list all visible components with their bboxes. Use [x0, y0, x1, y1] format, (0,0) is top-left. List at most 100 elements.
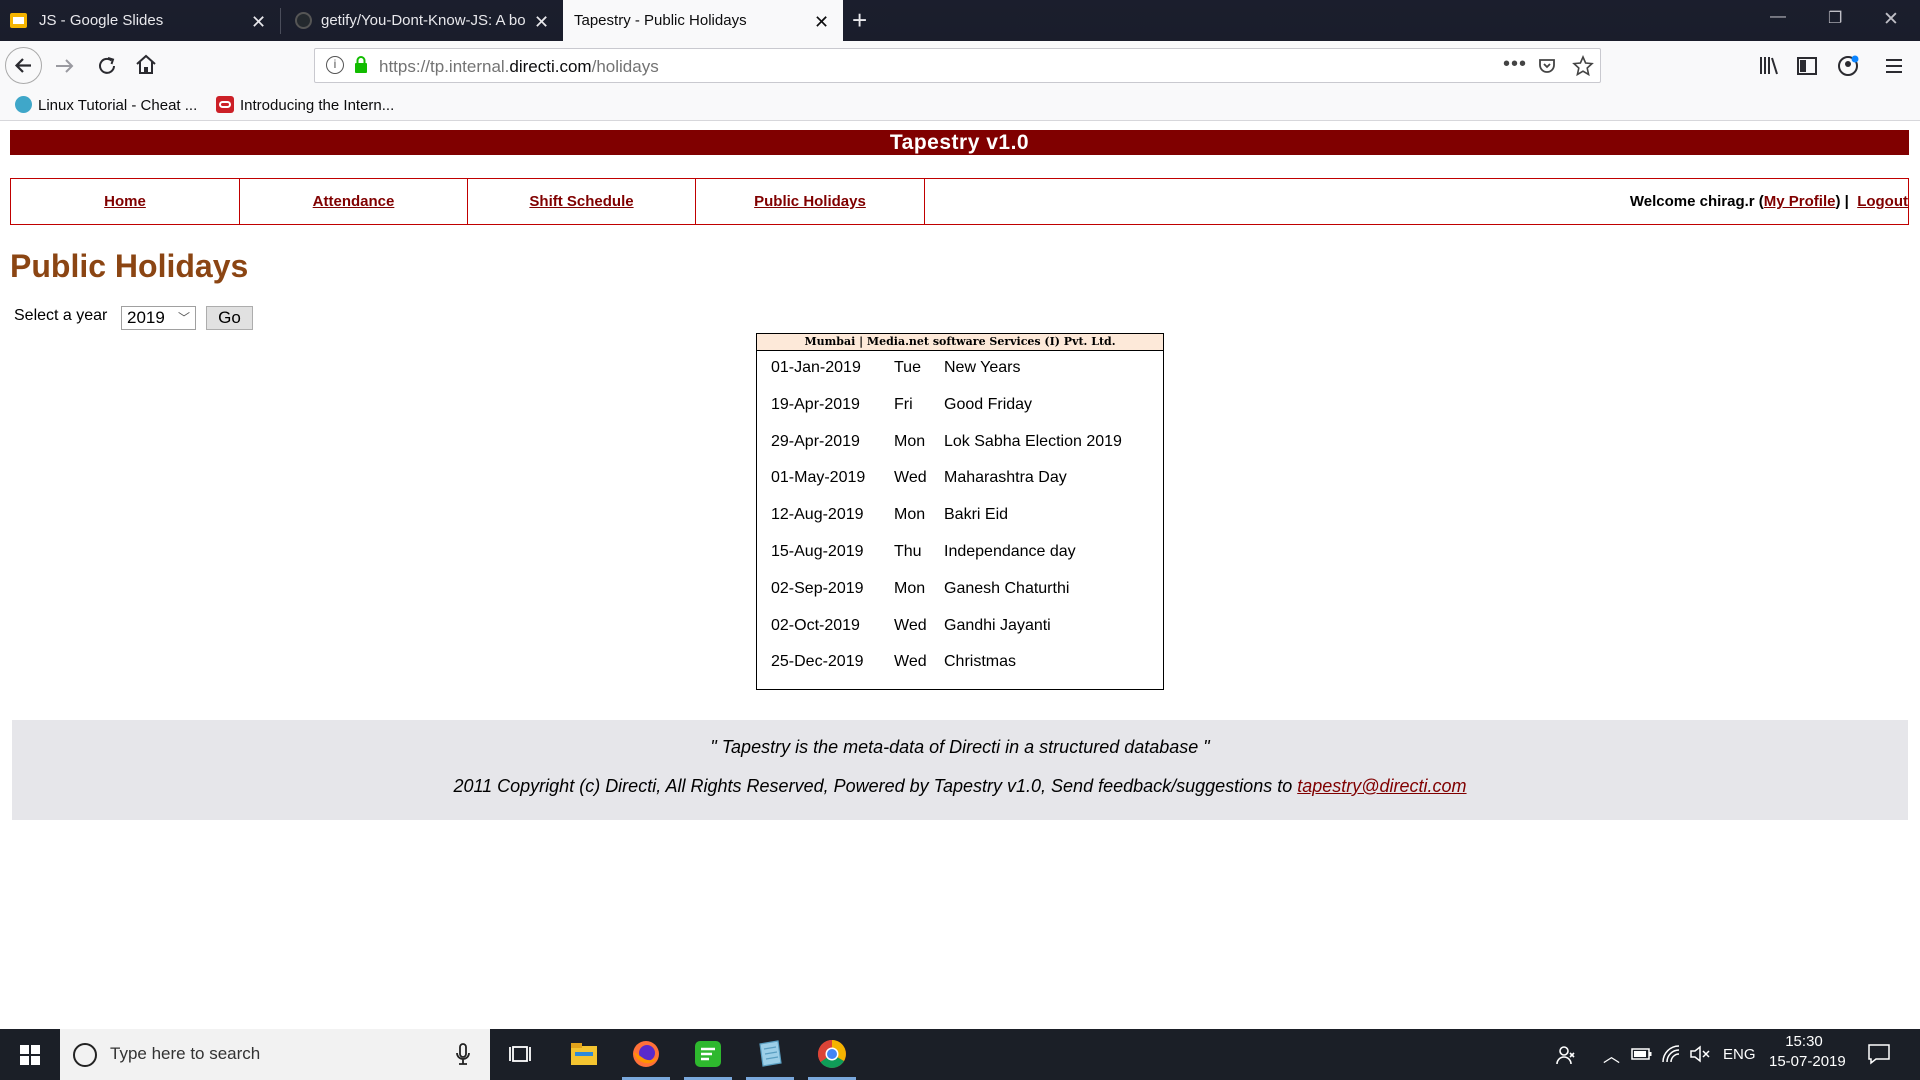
tab-title: getify/You-Dont-Know-JS: A bo — [321, 12, 526, 29]
go-button[interactable]: Go — [206, 306, 253, 330]
app-banner: Tapestry v1.0 — [10, 130, 1909, 155]
back-arrow-icon — [14, 58, 31, 73]
google-slides-icon — [10, 13, 27, 28]
menu-hamburger-icon[interactable] — [1883, 56, 1905, 76]
welcome-area: Welcome chirag.r (My Profile) | Logout — [1630, 179, 1908, 224]
footer-copyright: 2011 Copyright (c) Directi, All Rights R… — [12, 776, 1908, 797]
holiday-date: 01-Jan-2019 — [771, 359, 861, 376]
holiday-name: Independance day — [944, 543, 1076, 560]
battery-icon[interactable] — [1631, 1047, 1653, 1061]
sidebar-icon[interactable] — [1796, 55, 1818, 77]
file-explorer-icon[interactable] — [568, 1038, 600, 1070]
holiday-row: 25-Dec-2019 Wed Christmas — [757, 647, 1163, 677]
new-tab-plus-icon[interactable]: + — [852, 6, 867, 34]
clock[interactable]: 15:30 15-07-2019 — [1769, 1033, 1846, 1070]
holiday-name: Good Friday — [944, 395, 1033, 413]
menu-link-shift-schedule[interactable]: Shift Schedule — [529, 193, 633, 210]
holiday-table-header: Mumbai | Media.net software Services (I)… — [757, 334, 1163, 351]
chevron-down-icon: ﹀ — [177, 311, 190, 325]
firefox-icon[interactable] — [630, 1038, 662, 1070]
restore-icon[interactable]: ❐ — [1828, 8, 1842, 28]
menu-link-attendance[interactable]: Attendance — [313, 193, 395, 210]
holiday-date: 29-Apr-2019 — [771, 432, 860, 450]
library-icon[interactable] — [1757, 54, 1781, 78]
microphone-icon[interactable] — [455, 1043, 471, 1067]
bookmark-linux-tutorial[interactable]: Linux Tutorial - Cheat ... — [15, 96, 197, 114]
chat-app-icon[interactable] — [692, 1038, 724, 1070]
menu-item-attendance: Attendance — [240, 179, 468, 224]
notepad-icon[interactable] — [754, 1038, 786, 1070]
forward-button[interactable] — [52, 53, 78, 84]
holiday-day: Thu — [894, 543, 922, 560]
close-icon[interactable]: ✕ — [251, 12, 266, 33]
holiday-row: 15-Aug-2019 Thu Independance day — [757, 537, 1163, 567]
forward-arrow-icon — [56, 59, 74, 73]
holiday-row: 01-Jan-2019 Tue New Years — [757, 353, 1163, 383]
holiday-name: New Years — [944, 359, 1021, 376]
volume-muted-icon[interactable] — [1689, 1045, 1711, 1063]
year-select[interactable]: 2019 ﹀ — [121, 306, 196, 330]
holiday-date: 25-Dec-2019 — [771, 653, 864, 671]
menu-link-public-holidays[interactable]: Public Holidays — [754, 193, 866, 210]
holiday-day: Fri — [894, 395, 913, 413]
footer-tagline: " Tapestry is the meta-data of Directi i… — [710, 737, 1210, 757]
notification-icon[interactable] — [1867, 1043, 1891, 1065]
bookmark-introducing[interactable]: Introducing the Intern... — [216, 96, 394, 114]
search-placeholder: Type here to search — [110, 1044, 261, 1063]
menu-link-home[interactable]: Home — [104, 193, 146, 210]
holiday-row: 29-Apr-2019 Mon Lok Sabha Election 2019 — [757, 427, 1163, 457]
bookmarks-toolbar: Linux Tutorial - Cheat ... Introducing t… — [0, 91, 1920, 121]
account-icon[interactable] — [1836, 54, 1860, 78]
clock-date: 15-07-2019 — [1769, 1053, 1846, 1070]
wifi-icon[interactable] — [1661, 1044, 1681, 1064]
page-actions-icon[interactable]: ••• — [1503, 53, 1527, 76]
chevron-up-icon[interactable]: ︿ — [1603, 1042, 1620, 1067]
taskbar-search[interactable]: Type here to search — [60, 1029, 490, 1080]
tab-github[interactable]: getify/You-Dont-Know-JS: A bo ✕ — [281, 0, 562, 41]
url-text[interactable]: https://tp.internal.directi.com/holidays — [379, 57, 659, 77]
minimize-icon[interactable]: — — [1770, 8, 1786, 26]
info-icon[interactable]: i — [326, 56, 344, 74]
holiday-date: 02-Oct-2019 — [771, 616, 860, 634]
tab-tapestry[interactable]: Tapestry - Public Holidays ✕ — [563, 0, 843, 41]
year-select-label: Select a year — [14, 307, 108, 324]
window-close-icon[interactable]: ✕ — [1883, 8, 1899, 31]
holiday-date: 12-Aug-2019 — [771, 506, 864, 524]
back-button[interactable] — [5, 47, 42, 84]
welcome-text: Welcome chirag.r ( — [1629, 193, 1764, 210]
tab-title: JS - Google Slides — [39, 12, 164, 29]
task-view-icon[interactable] — [505, 1038, 537, 1070]
url-host: directi.com — [509, 57, 592, 76]
start-button[interactable] — [0, 1029, 60, 1080]
bookmark-star-icon[interactable] — [1572, 55, 1594, 77]
close-icon[interactable]: ✕ — [814, 12, 829, 33]
holiday-name: Christmas — [944, 653, 1017, 671]
menu-item-home: Home — [11, 179, 240, 224]
holiday-row: 12-Aug-2019 Mon Bakri Eid — [757, 500, 1163, 530]
holiday-day: Mon — [894, 506, 926, 524]
people-icon[interactable] — [1555, 1044, 1577, 1066]
tab-title: Tapestry - Public Holidays — [574, 12, 747, 29]
home-button[interactable] — [133, 52, 159, 83]
holiday-row: 01-May-2019 Wed Maharashtra Day — [757, 463, 1163, 493]
close-icon[interactable]: ✕ — [534, 12, 549, 33]
footer: " Tapestry is the meta-data of Directi i… — [12, 720, 1908, 820]
my-profile-link[interactable]: My Profile — [1764, 193, 1836, 210]
url-bar[interactable]: i https://tp.internal.directi.com/holida… — [314, 48, 1601, 83]
holiday-name: Maharashtra Day — [944, 469, 1067, 487]
lock-icon — [355, 56, 367, 73]
holiday-date: 02-Sep-2019 — [771, 579, 864, 597]
year-select-value: 2019 — [127, 308, 165, 327]
pocket-icon[interactable] — [1537, 56, 1557, 76]
windows-logo-icon — [20, 1045, 40, 1065]
cortana-circle-icon — [73, 1043, 97, 1067]
holiday-day: Wed — [894, 616, 927, 634]
logout-link[interactable]: Logout — [1857, 193, 1908, 210]
holiday-date: 15-Aug-2019 — [771, 543, 864, 560]
feedback-email-link[interactable]: tapestry@directi.com — [1297, 776, 1466, 796]
reload-button[interactable] — [94, 53, 120, 84]
chrome-icon[interactable] — [816, 1038, 848, 1070]
language-indicator[interactable]: ENG — [1723, 1046, 1756, 1063]
tab-google-slides[interactable]: JS - Google Slides ✕ — [0, 0, 279, 41]
footer-copyright-text: 2011 Copyright (c) Directi, All Rights R… — [453, 776, 1298, 796]
